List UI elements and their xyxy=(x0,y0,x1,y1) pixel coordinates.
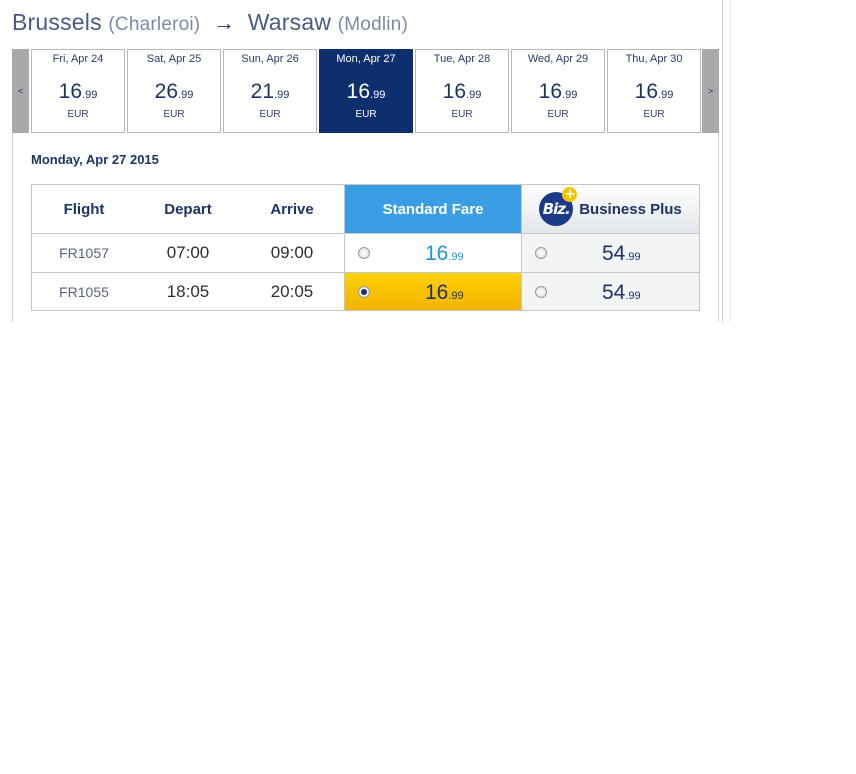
day-date: Wed, Apr 29 xyxy=(527,53,589,65)
standard-fare-cell-selected[interactable]: 16.99 xyxy=(344,273,521,310)
day-currency: EUR xyxy=(547,109,569,120)
price-cents: .99 xyxy=(466,89,482,101)
price-cents: .99 xyxy=(625,251,641,263)
price-main: 16 xyxy=(634,80,659,103)
calendar-day[interactable]: Tue, Apr 28 16.99 EUR xyxy=(415,49,509,133)
day-price: 16.99 xyxy=(608,81,700,102)
business-fare-radio[interactable] xyxy=(535,286,547,298)
calendar-day[interactable]: Sat, Apr 25 26.99 EUR xyxy=(127,49,221,133)
price-cents: .99 xyxy=(370,89,386,101)
business-fare-radio[interactable] xyxy=(535,247,547,259)
price-cents: .99 xyxy=(448,251,464,263)
price-main: 16 xyxy=(425,281,449,304)
day-currency: EUR xyxy=(67,109,89,120)
business-plus-label: Business Plus xyxy=(579,200,682,218)
calendar-day[interactable]: Fri, Apr 24 16.99 EUR xyxy=(31,49,125,133)
panel-border xyxy=(722,0,731,322)
day-date: Sat, Apr 25 xyxy=(146,53,202,65)
header-standard-fare: Standard Fare xyxy=(344,185,521,233)
standard-fare-price: 16.99 xyxy=(425,243,464,264)
business-fare-price: 54.99 xyxy=(602,282,641,303)
route-title: Brussels (Charleroi) → Warsaw (Modlin) xyxy=(12,9,408,41)
business-fare-cell[interactable]: 54.99 xyxy=(521,273,699,310)
flight-selection-panel: Brussels (Charleroi) → Warsaw (Modlin) <… xyxy=(0,0,731,322)
standard-fare-price: 16.99 xyxy=(425,282,464,303)
flight-number: FR1057 xyxy=(59,245,109,261)
header-depart: Depart xyxy=(164,200,212,218)
calendar-next-button[interactable]: > xyxy=(702,49,719,133)
day-price: 26.99 xyxy=(128,81,220,102)
standard-fare-radio[interactable] xyxy=(358,247,370,259)
day-currency: EUR xyxy=(163,109,185,120)
day-price: 16.99 xyxy=(512,81,604,102)
price-cents: .99 xyxy=(448,290,464,302)
day-date: Fri, Apr 24 xyxy=(52,53,104,65)
arrive-time: 20:05 xyxy=(270,281,314,301)
price-cents: .99 xyxy=(658,89,674,101)
price-main: 16 xyxy=(58,80,83,103)
price-main: 26 xyxy=(154,80,179,103)
plus-icon: + xyxy=(562,187,578,202)
depart-time: 18:05 xyxy=(166,281,210,301)
day-date: Mon, Apr 27 xyxy=(336,53,396,65)
dest-city: Warsaw xyxy=(247,9,332,35)
price-cents: .99 xyxy=(82,89,98,101)
day-currency: EUR xyxy=(355,109,377,120)
price-main: 54 xyxy=(602,242,626,265)
calendar-day[interactable]: Sun, Apr 26 21.99 EUR xyxy=(223,49,317,133)
standard-fare-radio-checked[interactable] xyxy=(358,286,370,298)
calendar-day-selected[interactable]: Mon, Apr 27 16.99 EUR xyxy=(319,49,413,133)
day-price: 16.99 xyxy=(32,81,124,102)
header-flight: Flight xyxy=(63,200,105,218)
price-main: 21 xyxy=(250,80,275,103)
depart-time: 07:00 xyxy=(166,243,210,262)
arrive-time: 09:00 xyxy=(270,243,314,262)
dest-airport: (Modlin) xyxy=(337,14,408,35)
business-fare-cell[interactable]: 54.99 xyxy=(521,234,699,272)
day-date: Thu, Apr 30 xyxy=(625,53,683,65)
calendar-prev-button[interactable]: < xyxy=(12,49,29,133)
standard-fare-cell[interactable]: 16.99 xyxy=(344,234,521,272)
price-main: 16 xyxy=(442,80,467,103)
calendar-day[interactable]: Wed, Apr 29 16.99 EUR xyxy=(511,49,605,133)
day-currency: EUR xyxy=(259,109,281,120)
price-cents: .99 xyxy=(625,290,641,302)
day-date: Tue, Apr 28 xyxy=(433,53,491,65)
day-price: 16.99 xyxy=(320,81,412,102)
header-business-plus: Biz. + Business Plus xyxy=(521,185,699,233)
price-cents: .99 xyxy=(562,89,578,101)
price-main: 16 xyxy=(538,80,563,103)
selected-date-heading: Monday, Apr 27 2015 xyxy=(31,152,159,167)
price-main: 54 xyxy=(602,281,626,304)
route-arrow-icon: → xyxy=(212,10,236,35)
origin-city: Brussels xyxy=(12,9,102,35)
day-price: 21.99 xyxy=(224,81,316,102)
day-price: 16.99 xyxy=(416,81,508,102)
business-plus-badge-icon: Biz. + xyxy=(539,187,578,226)
day-currency: EUR xyxy=(643,109,665,120)
day-currency: EUR xyxy=(451,109,473,120)
calendar-day[interactable]: Thu, Apr 30 16.99 EUR xyxy=(607,49,701,133)
fare-table: Flight Depart Arrive Standard Fare Biz. … xyxy=(31,184,700,311)
price-main: 16 xyxy=(346,80,371,103)
business-fare-price: 54.99 xyxy=(602,243,641,264)
price-cents: .99 xyxy=(274,89,290,101)
origin-airport: (Charleroi) xyxy=(108,14,201,35)
price-main: 16 xyxy=(425,242,449,265)
biz-badge-text: Biz. xyxy=(542,200,571,218)
flight-number: FR1055 xyxy=(59,283,109,300)
price-cents: .99 xyxy=(178,89,194,101)
header-arrive: Arrive xyxy=(270,200,314,218)
chevron-left-icon: < xyxy=(17,86,24,96)
chevron-right-icon: > xyxy=(707,86,714,96)
day-date: Sun, Apr 26 xyxy=(241,53,299,65)
